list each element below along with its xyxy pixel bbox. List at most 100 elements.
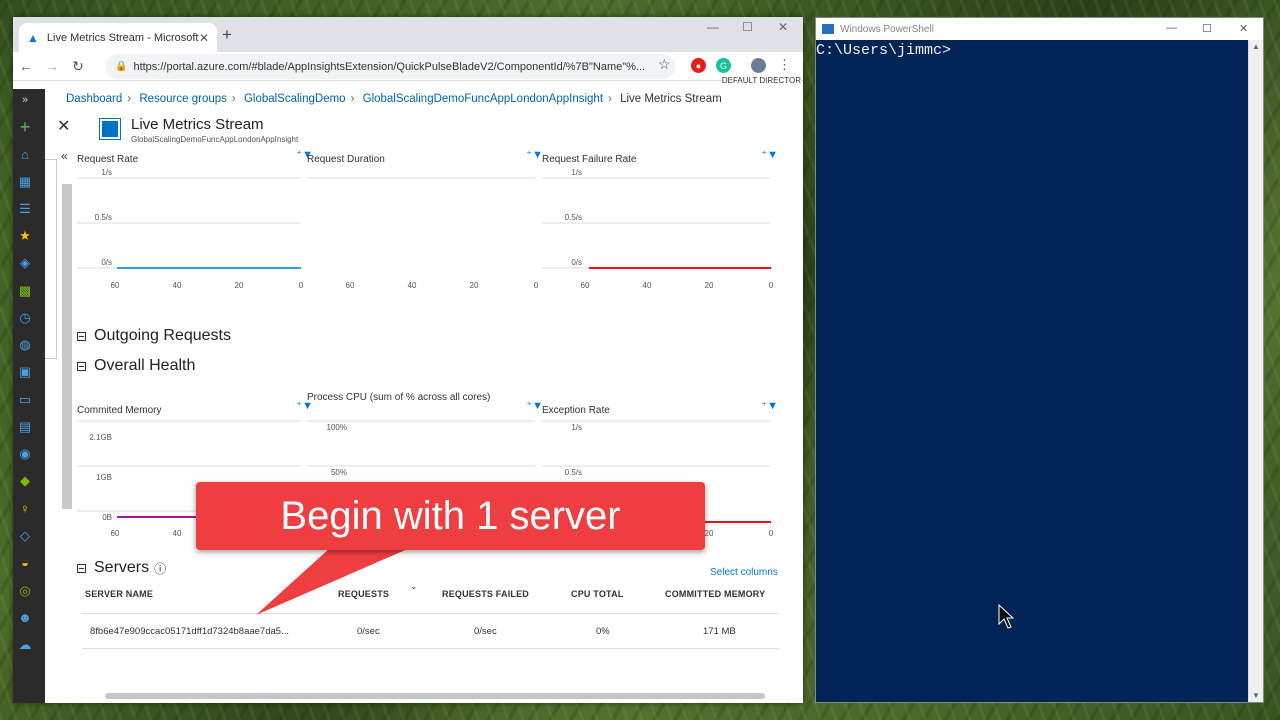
globe-icon[interactable]: ◍	[17, 337, 33, 353]
crumb-resource-group[interactable]: GlobalScalingDemo	[244, 93, 346, 105]
network-icon[interactable]: ◉	[17, 446, 33, 462]
maximize-icon[interactable]: ☐	[742, 20, 753, 34]
scroll-down-icon[interactable]: ▼	[1252, 691, 1260, 700]
create-resource-icon[interactable]: +	[17, 118, 33, 136]
chart-request-rate: 1/s 0.5/s 0/s 60 40 20 0 Request Rate ⁺▼	[77, 149, 313, 304]
x-tick: 40	[173, 529, 182, 537]
reload-icon[interactable]: ↻	[65, 58, 91, 75]
chart-title: Commited Memory	[77, 405, 162, 416]
new-tab-button[interactable]: +	[222, 25, 232, 45]
advisor-icon[interactable]: ◒	[17, 555, 33, 571]
x-tick: 60	[581, 281, 590, 290]
y-tick: 1/s	[101, 168, 112, 177]
y-tick: 1/s	[571, 423, 582, 432]
grammarly-icon[interactable]: G	[716, 58, 731, 73]
y-tick: 0B	[102, 513, 112, 522]
add-filter-icon[interactable]: ⁺▼	[526, 399, 543, 412]
back-icon[interactable]: ←	[13, 58, 39, 74]
col-cpu-total[interactable]: CPU TOTAL	[571, 589, 623, 599]
x-tick: 60	[346, 281, 355, 290]
add-filter-icon[interactable]: ⁺▼	[526, 148, 543, 161]
crumb-app-insight[interactable]: GlobalScalingDemoFuncAppLondonAppInsight	[363, 93, 603, 105]
server-name: 8fb6e47e909ccac05171dff1d7324b8aae7da5..…	[90, 626, 289, 637]
expand-icon[interactable]	[77, 331, 86, 341]
forward-icon[interactable]: →	[39, 58, 65, 74]
close-window-icon[interactable]: ✕	[778, 20, 788, 34]
crumb-current: Live Metrics Stream	[620, 93, 722, 105]
console-prompt[interactable]: C:\Users\jimmc>	[816, 42, 951, 59]
address-bar[interactable]: 🔒 https://portal.azure.com/#blade/AppIns…	[105, 54, 675, 79]
crumb-resource-groups[interactable]: Resource groups	[139, 93, 227, 105]
minimize-icon[interactable]: —	[1166, 22, 1177, 34]
dashboard-icon[interactable]: ▦	[17, 174, 33, 190]
info-icon[interactable]: ⓘ	[154, 560, 166, 577]
collapse-icon[interactable]: «	[61, 149, 68, 163]
collapse-section-icon[interactable]	[77, 361, 86, 371]
sql-icon[interactable]: ▤	[17, 419, 33, 435]
col-server-name[interactable]: SERVER NAME	[85, 589, 153, 599]
select-columns-link[interactable]: Select columns	[710, 567, 778, 578]
favorites-icon[interactable]: ★	[17, 228, 33, 244]
x-tick: 60	[111, 529, 120, 537]
profile-avatar[interactable]	[751, 58, 766, 73]
chart-title: Exception Rate	[542, 405, 610, 416]
close-blade-icon[interactable]: ✕	[57, 116, 70, 136]
col-requests-failed[interactable]: REQUESTS FAILED	[442, 589, 529, 599]
monitor-icon[interactable]: ▭	[17, 392, 33, 408]
crumb-dashboard[interactable]: Dashboard	[66, 93, 122, 105]
col-requests[interactable]: REQUESTS	[338, 589, 389, 599]
scroll-up-icon[interactable]: ▲	[1252, 42, 1260, 51]
cost-icon[interactable]: ◎	[17, 583, 33, 599]
console-scrollbar[interactable]: ▲ ▼	[1248, 40, 1263, 702]
all-services-icon[interactable]: ☰	[17, 201, 33, 217]
sort-icon[interactable]: ⌄	[410, 581, 418, 592]
menu-icon[interactable]: ⋮	[778, 57, 791, 73]
section-servers[interactable]: Servers ⓘ	[77, 559, 166, 577]
section-overall-health[interactable]: Overall Health	[77, 357, 195, 375]
x-tick: 0	[299, 281, 304, 290]
directory-label: DEFAULT DIRECTOR	[721, 76, 801, 85]
star-icon[interactable]: ☆	[658, 56, 671, 73]
add-filter-icon[interactable]: ⁺▼	[761, 148, 778, 161]
devops-icon[interactable]: ◇	[17, 528, 33, 544]
tab-strip: ▲ Live Metrics Stream - Microsoft A ✕ + …	[13, 17, 803, 52]
y-tick: 100%	[327, 423, 347, 432]
security-icon[interactable]: ◆	[17, 473, 33, 489]
vm-icon[interactable]: ▣	[17, 364, 33, 380]
powershell-title: Windows PowerShell	[840, 23, 934, 35]
blade: Dashboard › Resource groups › GlobalScalin…	[45, 89, 803, 703]
breadcrumb: Dashboard › Resource groups › GlobalScalin…	[66, 93, 722, 105]
close-tab-icon[interactable]: ✕	[199, 31, 209, 45]
vertical-scrollbar[interactable]	[62, 184, 72, 509]
home-icon[interactable]: ⌂	[17, 147, 33, 163]
adblock-icon[interactable]: ●	[691, 58, 706, 73]
support-icon[interactable]: ☻	[17, 610, 33, 626]
add-filter-icon[interactable]: ⁺▼	[761, 399, 778, 412]
live-metrics-icon	[99, 118, 121, 140]
cube-icon[interactable]: ◈	[17, 255, 33, 271]
col-committed-memory[interactable]: COMMITTED MEMORY	[665, 589, 765, 599]
horizontal-scrollbar[interactable]	[105, 693, 765, 699]
section-outgoing-requests[interactable]: Outgoing Requests	[77, 327, 231, 345]
expand-menu-icon[interactable]: »	[17, 92, 33, 108]
y-tick: 1GB	[96, 473, 112, 482]
browser-tab[interactable]: ▲ Live Metrics Stream - Microsoft A ✕	[19, 23, 217, 52]
section-title: Outgoing Requests	[94, 327, 231, 344]
x-tick: 40	[643, 281, 652, 290]
x-tick: 40	[408, 281, 417, 290]
toolbar: ← → ↻ 🔒 https://portal.azure.com/#blade/…	[13, 52, 803, 85]
callout-text: Begin with 1 server	[280, 493, 621, 538]
chart-title: Process CPU (sum of % across all cores)	[307, 392, 491, 403]
key-icon[interactable]: ♀	[17, 501, 33, 517]
collapse-section-icon[interactable]	[77, 563, 86, 573]
maximize-icon[interactable]: ☐	[1202, 22, 1212, 35]
powershell-window: Windows PowerShell — ☐ ✕ C:\Users\jimmc>…	[815, 17, 1264, 703]
lock-icon: 🔒	[115, 61, 128, 72]
grid-icon[interactable]: ▩	[17, 283, 33, 299]
cloud-icon[interactable]: ☁	[17, 637, 33, 653]
y-tick: 0.5/s	[565, 468, 582, 477]
clock-icon[interactable]: ◷	[17, 310, 33, 326]
close-window-icon[interactable]: ✕	[1239, 22, 1248, 35]
table-row[interactable]: 8fb6e47e909ccac05171dff1d7324b8aae7da5..…	[82, 613, 779, 649]
minimize-icon[interactable]: —	[707, 20, 719, 34]
